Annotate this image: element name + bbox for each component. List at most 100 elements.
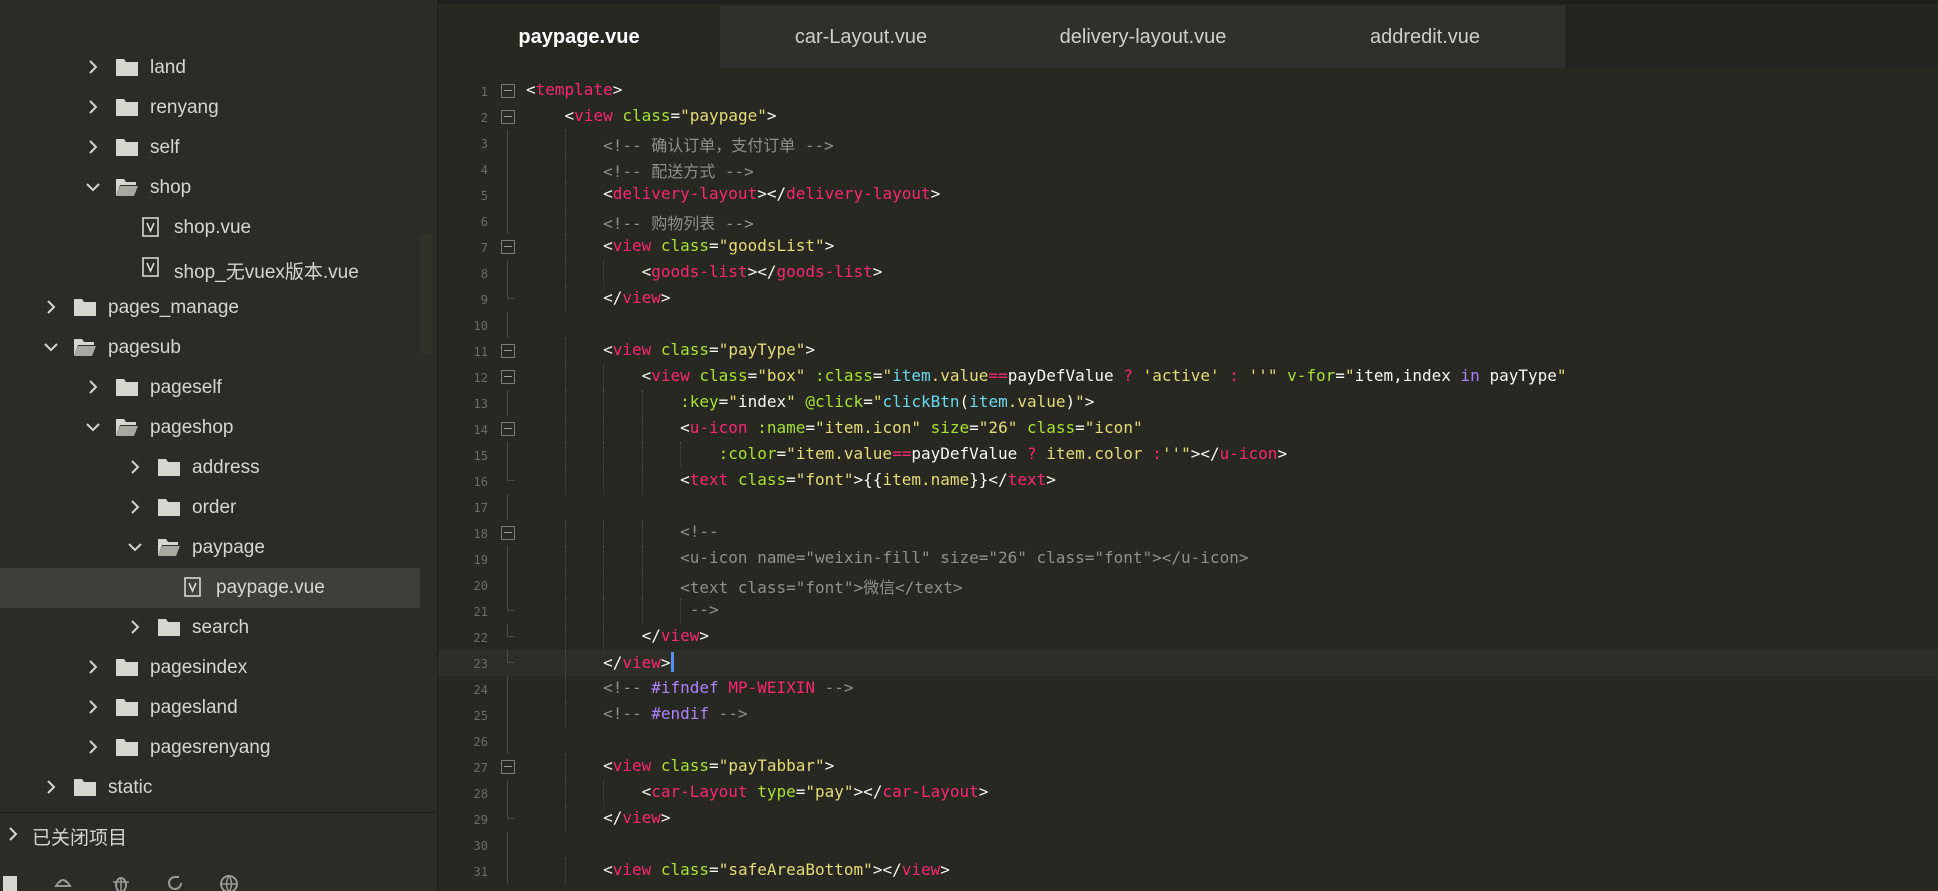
code-line[interactable]: 28 <car-Layout type="pay"></car-Layout> xyxy=(438,780,1938,806)
folder-tree-item[interactable]: shop_无vuex版本.vue xyxy=(0,248,420,288)
folder-tree-item[interactable]: pageshop xyxy=(0,408,420,448)
line-number: 24 xyxy=(473,683,488,697)
code-line[interactable]: 22 </view> xyxy=(438,624,1938,650)
chevron-right-icon[interactable] xyxy=(82,56,104,78)
folder-tree-item[interactable]: pages_manage xyxy=(0,288,420,328)
folder-tree-item[interactable]: paypage xyxy=(0,528,420,568)
line-number: 5 xyxy=(480,189,488,203)
code-line[interactable]: 27 <view class="payTabbar"> xyxy=(438,754,1938,780)
folder-tree-item[interactable]: renyang xyxy=(0,88,420,128)
chevron-right-icon[interactable] xyxy=(40,776,62,798)
folder-tree-item[interactable]: shop.vue xyxy=(0,208,420,248)
chevron-down-icon[interactable] xyxy=(40,336,62,358)
fold-collapse-icon[interactable] xyxy=(501,526,515,540)
chevron-right-icon[interactable] xyxy=(124,456,146,478)
code-token: </ xyxy=(526,626,661,645)
code-token: :color xyxy=(718,444,777,463)
chevron-right-icon[interactable] xyxy=(40,296,62,318)
folder-tree-item[interactable]: self xyxy=(0,128,420,168)
folder-tree-item[interactable]: pagesrenyang xyxy=(0,728,420,768)
fold-collapse-icon[interactable] xyxy=(501,84,515,98)
fold-collapse-icon[interactable] xyxy=(501,370,515,384)
code-line[interactable]: 3 <!-- 确认订单，支付订单 --> xyxy=(438,130,1938,156)
code-token: < xyxy=(526,236,613,255)
code-editor[interactable]: 1 <template> 2 <view class="paypage"> 3 <!-… xyxy=(438,68,1938,891)
code-line[interactable]: 4 <!-- 配送方式 --> xyxy=(438,156,1938,182)
closed-projects-row[interactable]: 已关闭项目 xyxy=(0,812,437,853)
fold-collapse-icon[interactable] xyxy=(501,344,515,358)
code-line[interactable]: 19 <u-icon name="weixin-fill" size="26" … xyxy=(438,546,1938,572)
code-line[interactable]: 13 :key="index" @click="clickBtn(item.va… xyxy=(438,390,1938,416)
tab-delivery-layout-vue[interactable]: delivery-layout.vue xyxy=(1002,6,1285,68)
code-line[interactable]: 26 xyxy=(438,728,1938,754)
folder-tree-item[interactable]: order xyxy=(0,488,420,528)
code-line[interactable]: 29 </view> xyxy=(438,806,1938,832)
code-line[interactable]: 24 <!-- #ifndef MP-WEIXIN --> xyxy=(438,676,1938,702)
tab-car-layout-vue[interactable]: car-Layout.vue xyxy=(720,6,1003,68)
tab-addredit-vue[interactable]: addredit.vue xyxy=(1284,6,1567,68)
bug-icon[interactable] xyxy=(110,872,132,891)
globe-icon[interactable] xyxy=(218,872,240,891)
tab-paypage-vue[interactable]: paypage.vue xyxy=(438,6,721,68)
code-line[interactable]: 17 xyxy=(438,494,1938,520)
code-line[interactable]: 21 --> xyxy=(438,598,1938,624)
chevron-down-icon[interactable] xyxy=(82,176,104,198)
fold-collapse-icon[interactable] xyxy=(501,110,515,124)
fold-collapse-icon[interactable] xyxy=(501,760,515,774)
folder-tree-item[interactable]: pagesub xyxy=(0,328,420,368)
code-line[interactable]: 9 </view> xyxy=(438,286,1938,312)
refresh-icon[interactable] xyxy=(164,872,186,891)
fold-collapse-icon[interactable] xyxy=(501,240,515,254)
code-line[interactable]: 6 <!-- 购物列表 --> xyxy=(438,208,1938,234)
code-line[interactable]: 31 <view class="safeAreaBottom"></view> xyxy=(438,858,1938,884)
fold-collapse-icon[interactable] xyxy=(501,422,515,436)
folder-tree-item[interactable]: shop xyxy=(0,168,420,208)
code-line[interactable]: 30 xyxy=(438,832,1938,858)
tree-item-label: static xyxy=(108,777,153,798)
chevron-right-icon[interactable] xyxy=(82,136,104,158)
chevron-right-icon[interactable] xyxy=(82,696,104,718)
code-line[interactable]: 1 <template> xyxy=(438,78,1938,104)
code-token: in xyxy=(1460,366,1480,385)
chevron-right-icon[interactable] xyxy=(124,496,146,518)
code-token: 'active' xyxy=(1142,366,1220,385)
code-line[interactable]: 11 <view class="payType"> xyxy=(438,338,1938,364)
folder-tree-item[interactable]: address xyxy=(0,448,420,488)
folder-tree-item[interactable]: static xyxy=(0,768,420,808)
code-line[interactable]: 2 <view class="paypage"> xyxy=(438,104,1938,130)
folder-tree-item[interactable]: land xyxy=(0,48,420,88)
code-token: u-icon xyxy=(689,418,748,437)
chevron-right-icon[interactable] xyxy=(82,96,104,118)
code-line[interactable]: 8 <goods-list></goods-list> xyxy=(438,260,1938,286)
sidebar-scrollbar-thumb[interactable] xyxy=(420,234,432,354)
chevron-right-icon[interactable] xyxy=(82,376,104,398)
code-line[interactable]: 20 <text class="font">微信</text> xyxy=(438,572,1938,598)
code-line[interactable]: 12 <view class="box" :class="item.value=… xyxy=(438,364,1938,390)
files-icon[interactable] xyxy=(0,872,22,891)
code-line[interactable]: 25 <!-- #endif --> xyxy=(438,702,1938,728)
folder-tree-item[interactable]: pagesland xyxy=(0,688,420,728)
chevron-right-icon[interactable] xyxy=(82,736,104,758)
folder-tree-item[interactable]: paypage.vue xyxy=(0,568,420,608)
tree-item-label: pages_manage xyxy=(108,297,239,318)
chevron-right-icon[interactable] xyxy=(124,616,146,638)
code-line[interactable]: 16 <text class="font">{{item.name}}</tex… xyxy=(438,468,1938,494)
chevron-down-icon[interactable] xyxy=(124,536,146,558)
chevron-down-icon[interactable] xyxy=(82,416,104,438)
android-icon[interactable] xyxy=(52,872,74,891)
code-line[interactable]: 5 <delivery-layout></delivery-layout> xyxy=(438,182,1938,208)
code-token: "icon" xyxy=(1084,418,1143,437)
folder-tree-item[interactable]: pageself xyxy=(0,368,420,408)
line-number: 12 xyxy=(473,371,488,385)
code-line[interactable]: 15 :color="item.value==payDefValue ? ite… xyxy=(438,442,1938,468)
chevron-right-icon[interactable] xyxy=(82,656,104,678)
code-line[interactable]: 10 xyxy=(438,312,1938,338)
code-token: > xyxy=(1084,392,1095,411)
code-line[interactable]: 23 </view> xyxy=(438,650,1938,676)
code-line[interactable]: 7 <view class="goodsList"> xyxy=(438,234,1938,260)
code-line[interactable]: 18 <!-- xyxy=(438,520,1938,546)
folder-tree-item[interactable]: pagesindex xyxy=(0,648,420,688)
code-token: <!-- xyxy=(526,704,652,723)
folder-tree-item[interactable]: search xyxy=(0,608,420,648)
code-line[interactable]: 14 <u-icon :name="item.icon" size="26" c… xyxy=(438,416,1938,442)
